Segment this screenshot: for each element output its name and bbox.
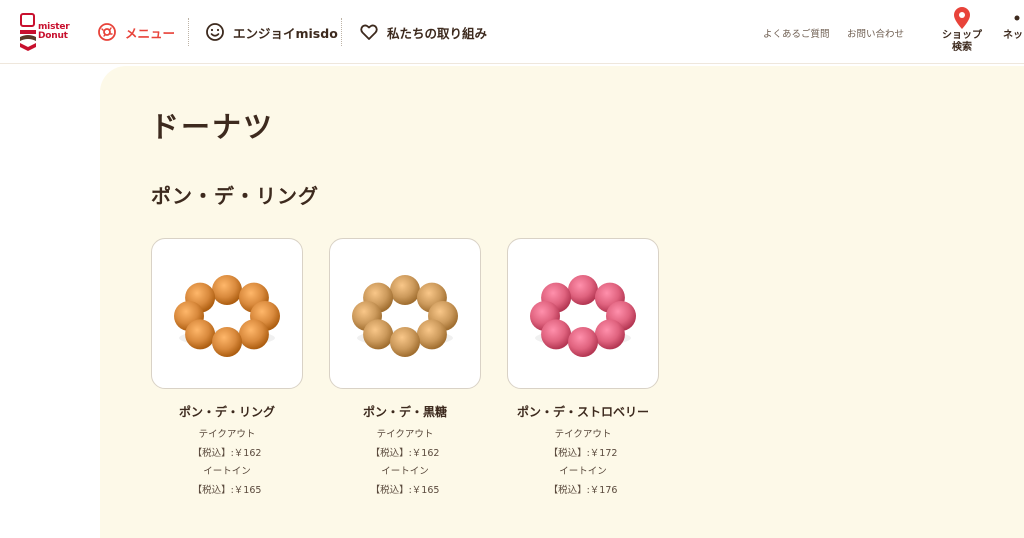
nav-effort-label: 私たちの取り組み: [387, 25, 488, 41]
product-prices: テイクアウト 【税込】:￥172 イートイン 【税込】:￥176: [507, 426, 659, 500]
donut-ball: [568, 326, 598, 357]
contact-link[interactable]: お問い合わせ: [847, 26, 904, 40]
takeout-price: 【税込】:￥162: [192, 447, 262, 459]
donut-ball: [390, 274, 420, 305]
net-order-label: ネッ: [1003, 30, 1023, 41]
nav-divider: [188, 18, 189, 46]
product-prices: テイクアウト 【税込】:￥162 イートイン 【税込】:￥165: [151, 426, 303, 500]
product-image-frame: [329, 238, 481, 389]
product-prices: テイクアウト 【税込】:￥162 イートイン 【税込】:￥165: [329, 426, 481, 500]
donut-ball: [390, 326, 420, 357]
page-title: ドーナツ: [150, 110, 275, 144]
location-pin-icon: [954, 7, 970, 29]
shop-search-button[interactable]: ショップ 検索: [935, 6, 989, 58]
product-image-frame: [151, 238, 303, 389]
net-order-icon: [1014, 15, 1020, 21]
takeout-price: 【税込】:￥172: [548, 447, 618, 459]
section-title: ポン・デ・リング: [151, 184, 319, 208]
takeout-price: 【税込】:￥162: [370, 447, 440, 459]
heart-icon: [360, 24, 378, 40]
eatin-label: イートイン: [559, 466, 607, 477]
donut-ball: [212, 274, 242, 305]
donut-ball: [363, 318, 394, 349]
product-card[interactable]: ポン・デ・ストロベリー テイクアウト 【税込】:￥172 イートイン 【税込】:…: [507, 238, 659, 500]
donut-image: [530, 274, 636, 357]
product-card[interactable]: ポン・デ・黒糖 テイクアウト 【税込】:￥162 イートイン 【税込】:￥165: [329, 238, 481, 500]
mister-donut-logo[interactable]: mister Donut: [18, 12, 80, 52]
nav-enjoy-misdo[interactable]: エンジョイmisdo: [205, 20, 338, 44]
net-order-button[interactable]: ネッ: [1003, 6, 1024, 58]
donut-ball: [238, 318, 269, 349]
nav-menu[interactable]: メニュー: [97, 20, 175, 44]
eatin-price: 【税込】:￥165: [370, 484, 440, 496]
takeout-label: テイクアウト: [198, 429, 256, 440]
product-name: ポン・デ・ストロベリー: [516, 405, 649, 419]
nav-divider: [341, 18, 342, 46]
logo-text-line2: Donut: [38, 31, 68, 41]
product-image-frame: [507, 238, 659, 389]
shop-search-label: ショップ 検索: [942, 30, 982, 53]
product-name: ポン・デ・黒糖: [362, 405, 447, 419]
product-card[interactable]: ポン・デ・リング テイクアウト 【税込】:￥162 イートイン 【税込】:￥16…: [151, 238, 303, 500]
product-name: ポン・デ・リング: [178, 405, 275, 419]
takeout-label: テイクアウト: [376, 429, 434, 440]
eatin-price: 【税込】:￥176: [548, 484, 618, 496]
logo-mark-icon: [20, 13, 36, 51]
donut-ball: [185, 318, 216, 349]
donut-ball: [541, 318, 572, 349]
donut-ball: [212, 326, 242, 357]
eatin-price: 【税込】:￥165: [192, 484, 262, 496]
site-header: mister Donut メニュー エンジョイmisdo 私たちの取り組み よく…: [0, 0, 1024, 64]
takeout-label: テイクアウト: [554, 429, 612, 440]
logo-text: mister Donut: [38, 23, 70, 41]
nav-menu-label: メニュー: [125, 25, 176, 41]
eatin-label: イートイン: [381, 466, 429, 477]
donut-icon: [98, 23, 116, 41]
nav-our-efforts[interactable]: 私たちの取り組み: [359, 20, 487, 44]
donut-image: [352, 274, 458, 357]
donut-ball: [568, 274, 598, 305]
eatin-label: イートイン: [203, 466, 251, 477]
nav-enjoy-label: エンジョイmisdo: [233, 25, 338, 41]
faq-link[interactable]: よくあるご質問: [763, 26, 830, 40]
smile-icon: [206, 23, 224, 41]
donut-ball: [416, 318, 447, 349]
donut-ball: [594, 318, 625, 349]
donut-image: [174, 274, 280, 357]
